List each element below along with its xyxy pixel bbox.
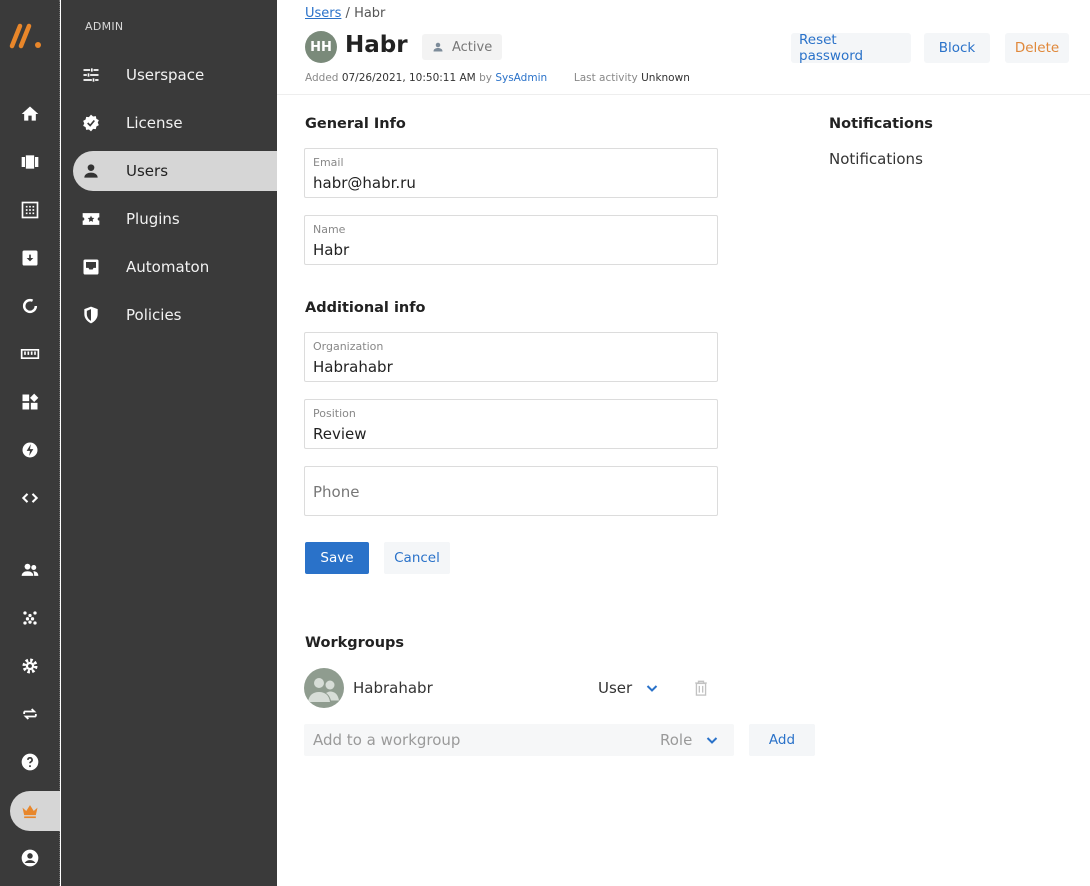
general-info-title: General Info xyxy=(305,116,406,132)
workgroup-avatar xyxy=(304,668,344,708)
reset-password-button[interactable]: Reset password xyxy=(791,32,911,64)
sync-arrows-icon[interactable] xyxy=(0,694,60,734)
breadcrumb: Users / Habr xyxy=(305,6,385,21)
last-activity-label: Last activity xyxy=(573,72,638,84)
page-title: Habr xyxy=(345,32,408,58)
email-label: Email xyxy=(313,156,344,169)
workgroups-title: Workgroups xyxy=(305,635,405,651)
shield-icon xyxy=(81,305,101,325)
breadcrumb-separator: / xyxy=(341,6,355,21)
archive-icon[interactable] xyxy=(0,238,60,278)
sidebar-item-label: Policies xyxy=(126,306,182,324)
main-content: Users / Habr HH Habr Active Added 07/26/… xyxy=(277,0,1090,886)
save-button[interactable]: Save xyxy=(305,542,369,574)
organization-field[interactable]: Organization Habrahabr xyxy=(304,332,718,382)
sidebar-item-label: Plugins xyxy=(126,210,180,228)
phone-placeholder: Phone xyxy=(313,483,360,501)
delete-workgroup-icon[interactable] xyxy=(691,678,711,698)
widgets-icon[interactable] xyxy=(0,382,60,422)
add-workgroup-input[interactable]: Add to a workgroup Role xyxy=(304,724,734,756)
name-value: Habr xyxy=(313,241,350,259)
icon-rail xyxy=(0,0,60,886)
header-divider xyxy=(277,94,1090,95)
phone-field[interactable]: Phone xyxy=(304,466,718,516)
chevron-down-icon xyxy=(707,737,718,744)
help-icon[interactable] xyxy=(0,742,60,782)
sidebar-item-label: Users xyxy=(126,162,169,180)
breadcrumb-users-link[interactable]: Users xyxy=(305,6,341,21)
chevron-down-icon xyxy=(646,685,658,692)
calendar-grid-icon[interactable] xyxy=(0,190,60,230)
add-workgroup-button[interactable]: Add xyxy=(749,724,815,756)
cancel-button[interactable]: Cancel xyxy=(384,542,450,574)
sidebar-item-license[interactable]: License xyxy=(73,103,277,143)
notifications-title: Notifications xyxy=(829,116,933,132)
user-meta: Added 07/26/2021, 10:50:11 AM by SysAdmi… xyxy=(305,72,690,84)
last-activity-value: Unknown xyxy=(641,72,690,84)
breadcrumb-current: Habr xyxy=(354,6,386,21)
organization-label: Organization xyxy=(313,340,384,353)
sidebar-item-label: Automaton xyxy=(126,258,210,276)
additional-info-title: Additional info xyxy=(305,300,426,316)
person-status-icon xyxy=(433,42,443,52)
delete-button[interactable]: Delete xyxy=(1005,33,1069,63)
user-avatar: HH xyxy=(305,31,337,63)
bolt-icon[interactable] xyxy=(0,430,60,470)
sidebar-item-policies[interactable]: Policies xyxy=(73,295,277,335)
role-placeholder: Role xyxy=(660,731,693,749)
status-text: Active xyxy=(452,39,493,55)
email-value: habr@habr.ru xyxy=(313,174,416,192)
sidebar-item-users[interactable]: Users xyxy=(73,151,277,191)
people-icon[interactable] xyxy=(0,550,60,590)
position-label: Position xyxy=(313,407,356,420)
workgroup-role-select[interactable]: User xyxy=(598,679,658,697)
notifications-text: Notifications xyxy=(829,150,923,168)
sidebar-item-plugins[interactable]: Plugins xyxy=(73,199,277,239)
by-label: by xyxy=(479,72,492,84)
add-workgroup-placeholder: Add to a workgroup xyxy=(313,731,461,749)
home-icon[interactable] xyxy=(0,94,60,134)
role-select[interactable]: Role xyxy=(660,731,718,749)
ruler-icon[interactable] xyxy=(0,334,60,374)
status-badge: Active xyxy=(422,34,503,60)
sidebar-item-automaton[interactable]: Automaton xyxy=(73,247,277,287)
person-icon xyxy=(81,161,101,181)
account-icon[interactable] xyxy=(0,838,60,878)
code-icon[interactable] xyxy=(0,478,60,518)
board-icon[interactable] xyxy=(0,142,60,182)
name-field[interactable]: Name Habr xyxy=(304,215,718,265)
added-label: Added xyxy=(305,72,339,84)
position-value: Review xyxy=(313,425,367,443)
sidebar-item-userspace[interactable]: Userspace xyxy=(73,55,277,95)
sidebar-item-label: License xyxy=(126,114,183,132)
sliders-icon xyxy=(81,65,101,85)
sidebar-heading: ADMIN xyxy=(85,20,124,33)
dots-grid-icon[interactable] xyxy=(0,598,60,638)
position-field[interactable]: Position Review xyxy=(304,399,718,449)
inbox-icon xyxy=(81,257,101,277)
app-logo-icon[interactable] xyxy=(8,20,52,50)
workgroup-name[interactable]: Habrahabr xyxy=(353,679,433,697)
organization-value: Habrahabr xyxy=(313,358,393,376)
admin-crown-icon[interactable] xyxy=(10,791,60,831)
sidebar-item-label: Userspace xyxy=(126,66,205,84)
added-by-link[interactable]: SysAdmin xyxy=(495,72,547,84)
settings-gear-icon[interactable] xyxy=(0,646,60,686)
ticket-icon xyxy=(81,209,101,229)
admin-sidebar: ADMIN Userspace License Users Plugins Au… xyxy=(61,0,277,886)
refresh-circle-icon[interactable] xyxy=(0,286,60,326)
group-icon xyxy=(308,678,339,702)
email-field[interactable]: Email habr@habr.ru xyxy=(304,148,718,198)
added-date: 07/26/2021, 10:50:11 AM xyxy=(341,72,476,84)
verified-badge-icon xyxy=(81,113,101,133)
block-button[interactable]: Block xyxy=(924,33,990,63)
name-label: Name xyxy=(313,223,346,236)
workgroup-role-value: User xyxy=(598,679,633,697)
